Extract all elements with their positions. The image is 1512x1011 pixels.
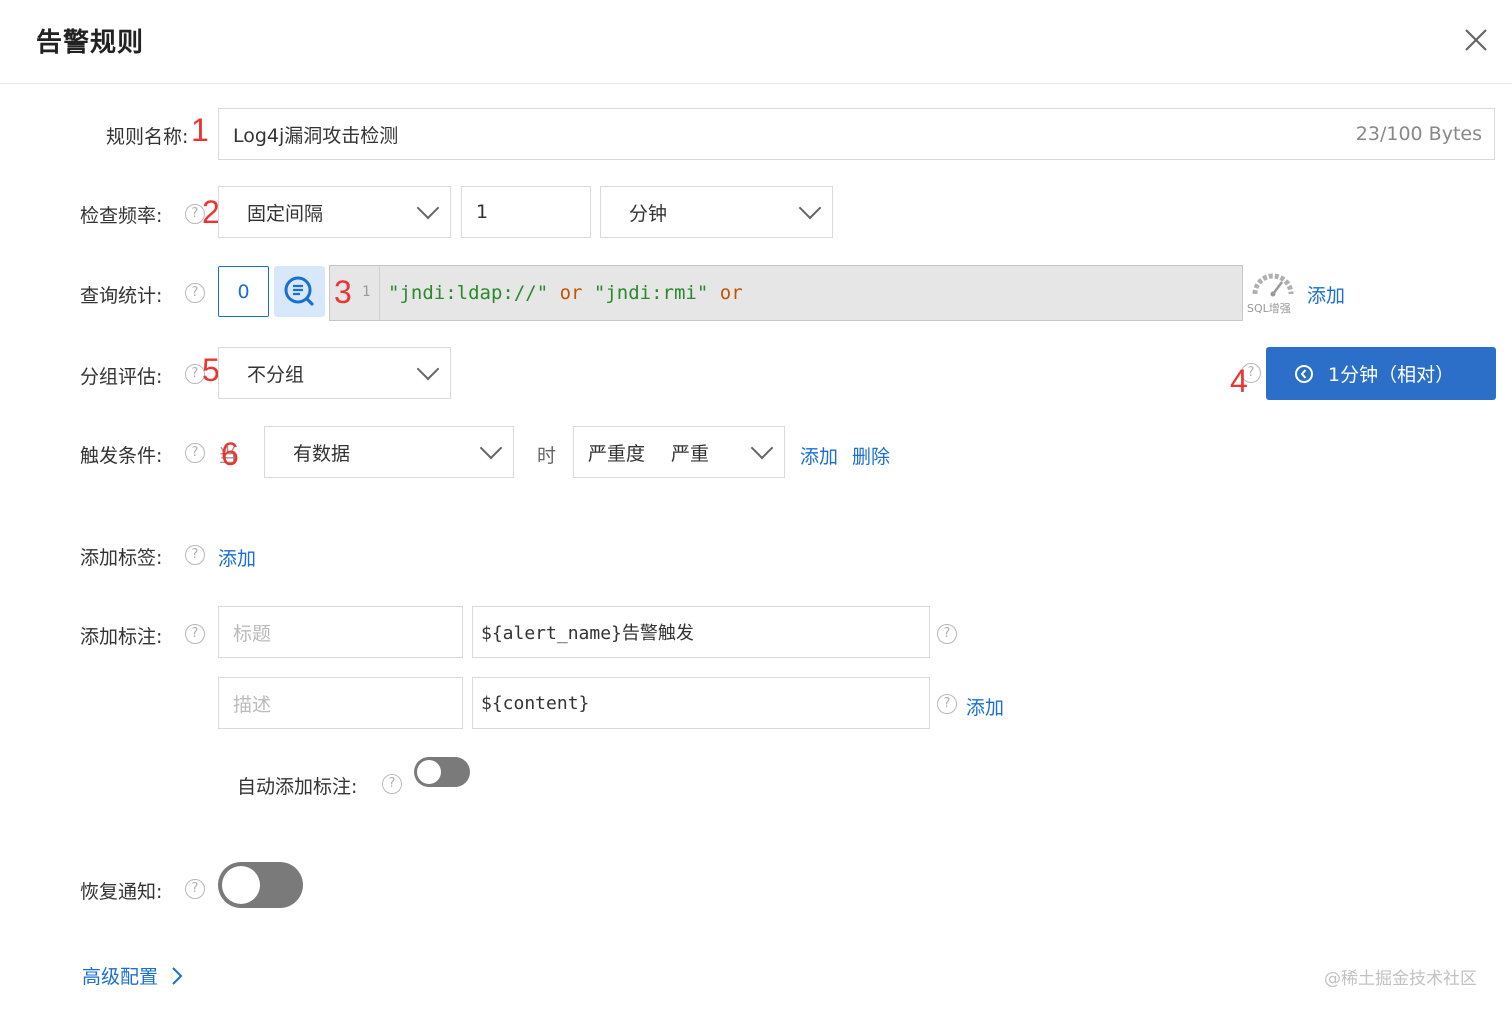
annotation-value-title-input[interactable]: ${alert_name}告警触发 <box>472 606 930 658</box>
recovery-help-icon[interactable]: ? <box>185 879 205 899</box>
query-label: 查询统计: <box>80 285 163 307</box>
annotations-label: 添加标注: <box>80 626 163 648</box>
frequency-type-select[interactable]: 固定间隔 <box>218 186 451 238</box>
chevron-down-icon <box>798 196 822 220</box>
trigger-when-label: 时 <box>537 445 557 467</box>
severity-label: 严重度 <box>588 442 646 465</box>
frequency-unit-value: 分钟 <box>629 202 668 225</box>
close-icon[interactable] <box>1460 24 1492 56</box>
auto-annotation-toggle[interactable] <box>414 757 470 787</box>
code-keyword: or <box>548 282 594 304</box>
annotation-key-desc-placeholder: 描述 <box>233 693 272 716</box>
tags-label: 添加标签: <box>80 547 163 569</box>
chevron-down-icon <box>416 196 440 220</box>
annotation-mark-6: 6 <box>221 436 239 472</box>
annotation-mark-4: 4 <box>1230 363 1248 399</box>
rule-name-label: 规则名称: <box>106 126 189 148</box>
search-query-icon <box>284 276 314 306</box>
toggle-knob <box>417 760 441 784</box>
recovery-label: 恢复通知: <box>80 881 163 903</box>
query-index-value: 0 <box>237 280 250 303</box>
chevron-right-icon <box>172 967 183 985</box>
annotations-add-link[interactable]: 添加 <box>966 693 1004 720</box>
advanced-config-label: 高级配置 <box>82 966 159 988</box>
severity-select[interactable]: 严重度 严重 <box>573 426 785 478</box>
dialog-title: 告警规则 <box>36 28 145 58</box>
header-divider <box>0 83 1512 84</box>
frequency-type-value: 固定间隔 <box>247 202 324 225</box>
gauge-icon <box>1252 273 1294 297</box>
toggle-knob <box>222 866 260 904</box>
sql-enhance-label: SQL增强 <box>1247 302 1291 315</box>
time-range-button[interactable]: 1分钟（相对） <box>1266 347 1496 400</box>
frequency-interval-value: 1 <box>476 201 489 223</box>
code-keyword: or <box>708 282 743 304</box>
rule-name-value: Log4j漏洞攻击检测 <box>233 124 399 147</box>
frequency-interval-input[interactable]: 1 <box>461 186 591 238</box>
annotation-title-help-icon[interactable]: ? <box>937 624 957 644</box>
tags-add-link[interactable]: 添加 <box>218 544 256 571</box>
advanced-config-link[interactable]: 高级配置 <box>82 962 184 989</box>
chevron-down-icon <box>479 436 503 460</box>
chevron-down-icon <box>750 436 774 460</box>
auto-annotation-help-icon[interactable]: ? <box>382 774 402 794</box>
time-range-value: 1分钟（相对） <box>1328 364 1455 386</box>
severity-value: 严重 <box>671 442 710 465</box>
line-number: 1 <box>362 284 371 300</box>
trigger-condition-value: 有数据 <box>293 442 351 465</box>
trigger-label: 触发条件: <box>80 445 163 467</box>
query-add-link[interactable]: 添加 <box>1307 281 1345 308</box>
trigger-add-link[interactable]: 添加 <box>800 442 838 469</box>
watermark: @稀土掘金技术社区 <box>1324 969 1477 989</box>
grouping-label: 分组评估: <box>80 366 163 388</box>
query-code-line: "jndi:ldap://" or "jndi:rmi" or <box>388 282 743 304</box>
annotation-mark-1: 1 <box>191 112 209 148</box>
rule-name-input[interactable]: Log4j漏洞攻击检测 23/100 Bytes <box>218 108 1495 160</box>
annotation-key-title-input[interactable]: 标题 <box>218 606 463 658</box>
annotations-help-icon[interactable]: ? <box>185 624 205 644</box>
clock-icon <box>1295 364 1313 383</box>
auto-annotation-label: 自动添加标注: <box>237 776 358 798</box>
query-index-box[interactable]: 0 <box>218 266 269 317</box>
trigger-delete-link[interactable]: 删除 <box>852 442 890 469</box>
code-string: "jndi:rmi" <box>593 282 709 304</box>
grouping-value: 不分组 <box>247 363 305 386</box>
frequency-label: 检查频率: <box>80 205 163 227</box>
annotation-value-desc-input[interactable]: ${content} <box>472 677 930 729</box>
tags-help-icon[interactable]: ? <box>185 545 205 565</box>
frequency-unit-select[interactable]: 分钟 <box>600 186 833 238</box>
annotation-value-title: ${alert_name}告警触发 <box>481 623 694 644</box>
annotation-value-desc: ${content} <box>481 692 590 714</box>
trigger-condition-select[interactable]: 有数据 <box>264 426 514 478</box>
annotation-desc-help-icon[interactable]: ? <box>937 694 957 714</box>
annotation-key-desc-input[interactable]: 描述 <box>218 677 463 729</box>
annotation-mark-3: 3 <box>334 274 352 310</box>
query-editor[interactable]: 1 3 "jndi:ldap://" or "jndi:rmi" or <box>329 265 1243 321</box>
query-help-icon[interactable]: ? <box>185 283 205 303</box>
trigger-help-icon[interactable]: ? <box>185 443 205 463</box>
query-search-button[interactable] <box>274 266 325 317</box>
code-string: "jndi:ldap://" <box>388 282 549 304</box>
sql-enhance-button[interactable]: SQL增强 <box>1247 270 1303 315</box>
recovery-toggle[interactable] <box>218 862 303 908</box>
rule-name-counter: 23/100 Bytes <box>1355 123 1482 145</box>
annotation-key-title-placeholder: 标题 <box>233 622 272 645</box>
chevron-down-icon <box>416 357 440 381</box>
grouping-select[interactable]: 不分组 <box>218 347 451 399</box>
